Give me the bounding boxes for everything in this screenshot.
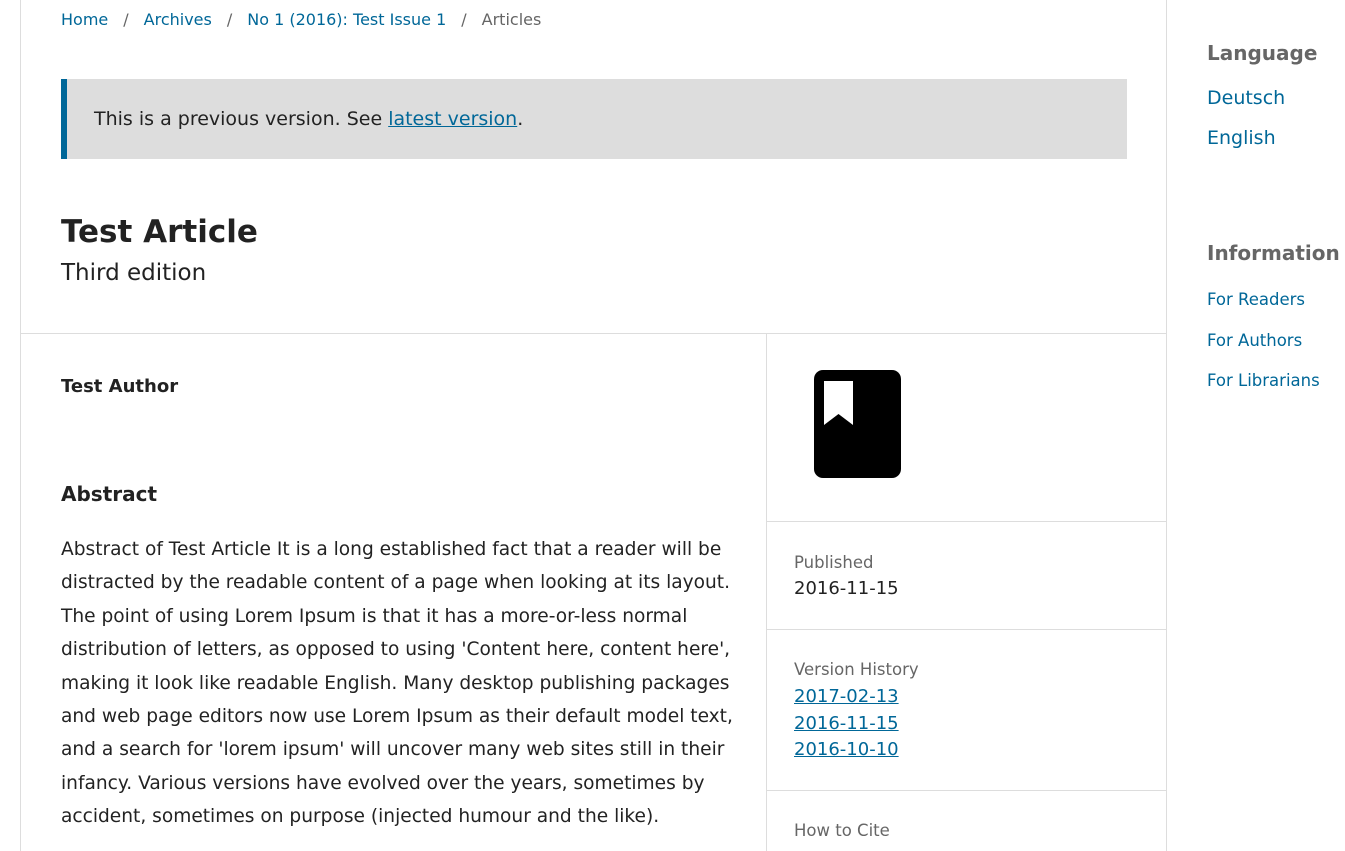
version-history-label: Version History xyxy=(794,660,919,679)
language-english-link[interactable]: English xyxy=(1207,125,1276,151)
version-link[interactable]: 2016-11-15 xyxy=(794,713,899,734)
for-readers-link[interactable]: For Readers xyxy=(1207,289,1305,311)
breadcrumb-separator: / xyxy=(461,10,467,29)
for-librarians-link[interactable]: For Librarians xyxy=(1207,370,1320,392)
breadcrumb-issue-link[interactable]: No 1 (2016): Test Issue 1 xyxy=(247,10,446,29)
breadcrumb-archives-link[interactable]: Archives xyxy=(144,10,212,29)
version-item: 2016-10-10 xyxy=(794,737,899,764)
version-list: 2017-02-13 2016-11-15 2016-10-10 xyxy=(794,684,899,764)
article-subtitle: Third edition xyxy=(61,260,207,286)
breadcrumb-current: Articles xyxy=(481,10,542,29)
book-bookmark-icon[interactable] xyxy=(814,370,901,478)
version-item: 2016-11-15 xyxy=(794,711,899,738)
published-label: Published xyxy=(794,553,874,572)
notice-suffix: . xyxy=(517,108,524,130)
version-link[interactable]: 2016-10-10 xyxy=(794,739,899,760)
notice-text: This is a previous version. See xyxy=(94,108,389,130)
breadcrumb-separator: / xyxy=(123,10,129,29)
published-date: 2016-11-15 xyxy=(794,578,899,599)
header-divider xyxy=(21,333,1167,334)
latest-version-link[interactable]: latest version xyxy=(388,108,517,130)
for-authors-link[interactable]: For Authors xyxy=(1207,330,1302,352)
breadcrumb-home-link[interactable]: Home xyxy=(61,10,108,29)
section-divider xyxy=(767,790,1167,791)
main-content: Home / Archives / No 1 (2016): Test Issue 1 /… xyxy=(20,0,1167,851)
breadcrumb: Home / Archives / No 1 (2016): Test Issue 1 /… xyxy=(61,9,541,31)
information-heading: Information xyxy=(1207,241,1340,265)
bookmark-icon xyxy=(824,381,853,425)
breadcrumb-separator: / xyxy=(226,10,233,29)
version-item: 2017-02-13 xyxy=(794,684,899,711)
section-divider xyxy=(767,521,1167,522)
column-divider xyxy=(766,333,767,851)
language-heading: Language xyxy=(1207,41,1318,65)
abstract-heading: Abstract xyxy=(61,482,158,506)
version-link[interactable]: 2017-02-13 xyxy=(794,686,899,707)
section-divider xyxy=(767,629,1167,630)
abstract-text: Abstract of Test Article It is a long es… xyxy=(61,539,733,828)
author-name: Test Author xyxy=(61,376,179,397)
language-deutsch-link[interactable]: Deutsch xyxy=(1207,85,1285,111)
previous-version-notice: This is a previous version. See latest v… xyxy=(61,79,1127,159)
how-to-cite-label: How to Cite xyxy=(794,821,890,840)
article-title: Test Article xyxy=(61,214,258,250)
